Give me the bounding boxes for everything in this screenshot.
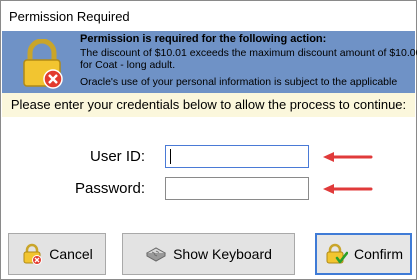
confirm-button[interactable]: Confirm: [315, 233, 412, 275]
show-keyboard-button[interactable]: Show Keyboard: [122, 233, 295, 275]
banner-line-1: The discount of $10.01 exceeds the maxim…: [80, 47, 417, 59]
lock-cancel-icon: [23, 243, 43, 265]
show-keyboard-button-label: Show Keyboard: [173, 246, 272, 262]
user-id-input[interactable]: [165, 145, 309, 168]
lock-warning-icon: [23, 39, 63, 89]
banner-heading: Permission is required for the following…: [80, 33, 327, 45]
instruction-bar: Please enter your credentials below to a…: [2, 93, 415, 117]
password-input[interactable]: [165, 177, 309, 200]
permission-dialog: Permission Required Permission is requir…: [0, 0, 417, 280]
password-label: Password:: [74, 180, 145, 197]
message-banner: Permission is required for the following…: [2, 31, 417, 93]
banner-line-3: Oracle's use of your personal informatio…: [80, 76, 398, 88]
red-arrow-icon: [323, 184, 373, 194]
banner-line-2: for Coat - long adult.: [80, 59, 176, 71]
text-cursor: [170, 149, 171, 164]
cancel-button-label: Cancel: [49, 246, 93, 262]
title-bar: Permission Required: [1, 1, 416, 31]
cancel-button[interactable]: Cancel: [8, 233, 106, 275]
user-id-label: User ID:: [89, 148, 145, 165]
keyboard-icon: [146, 247, 167, 262]
window-title: Permission Required: [9, 9, 130, 24]
banner-text: Permission is required for the following…: [80, 33, 417, 88]
confirm-button-label: Confirm: [353, 246, 403, 262]
red-arrow-icon: [323, 152, 373, 162]
lock-confirm-icon: [326, 243, 348, 264]
